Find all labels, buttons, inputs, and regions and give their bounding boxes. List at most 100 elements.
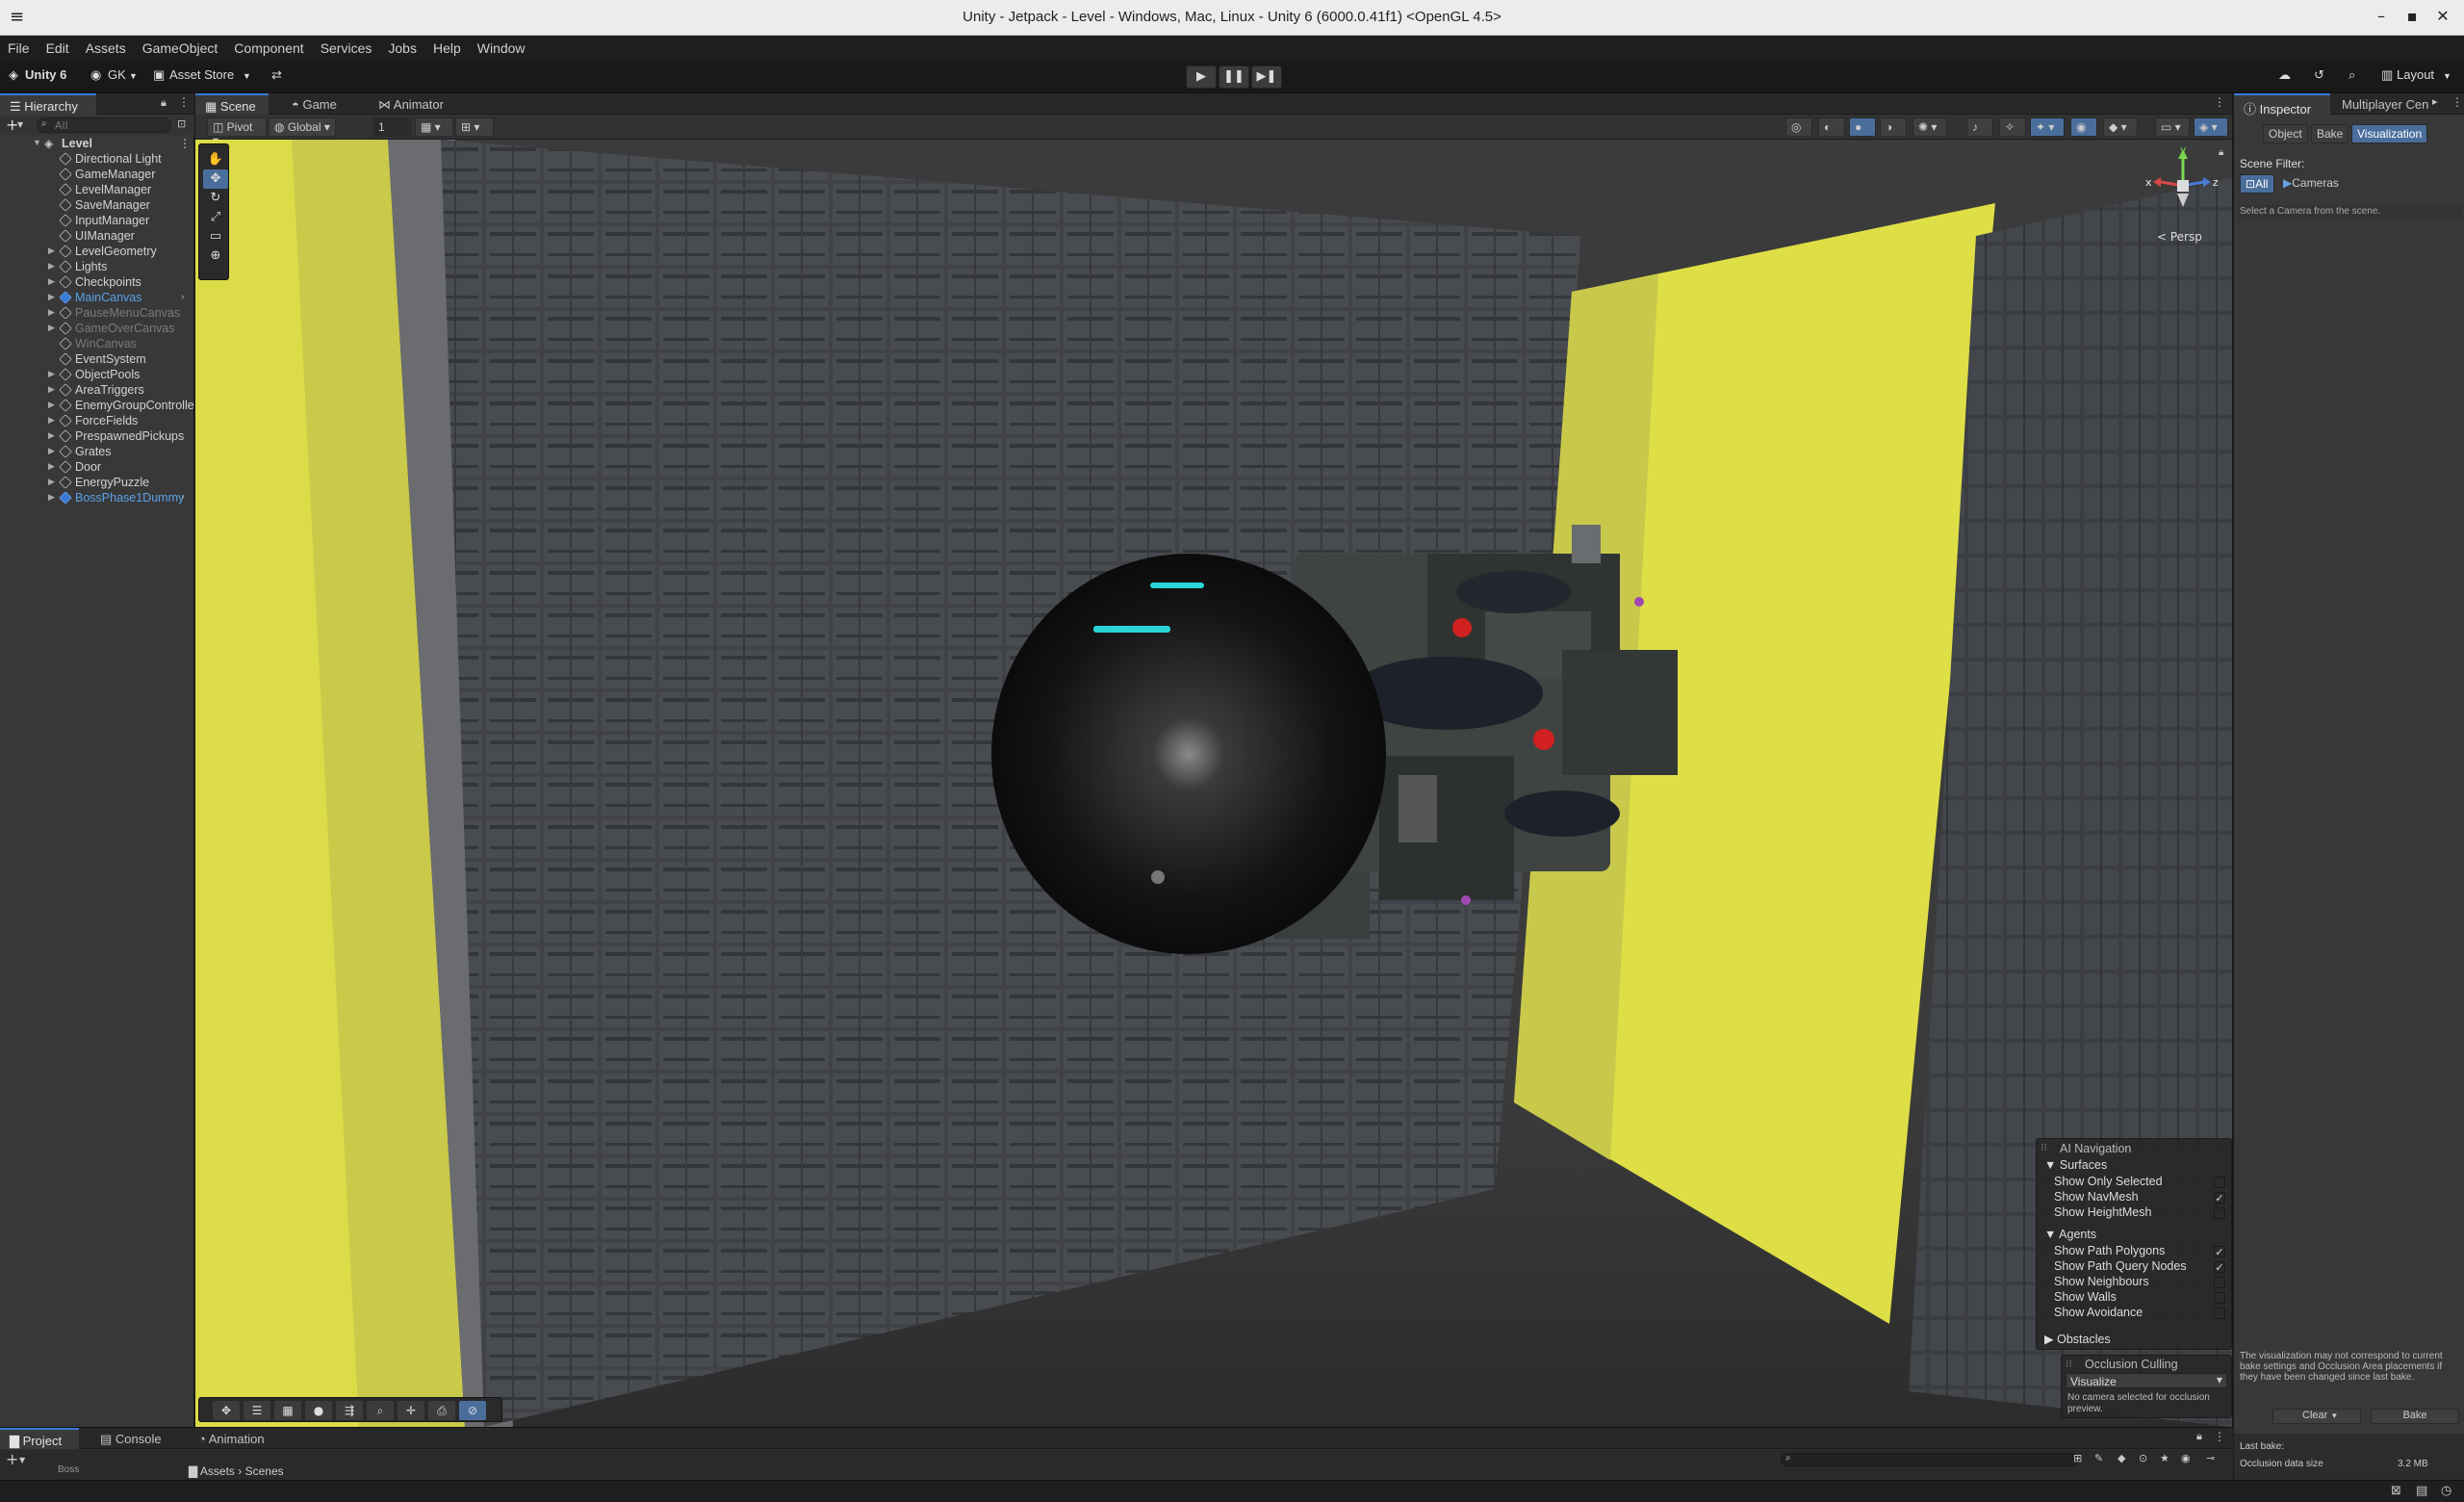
project-search-input[interactable]: ⌕ [1781, 1453, 2079, 1466]
transform-tool-icon[interactable]: ⊕ [203, 246, 228, 266]
lock-icon[interactable]: 🔒︎ [2196, 1430, 2202, 1443]
breadcrumb-assets[interactable]: Assets [200, 1464, 235, 1478]
tab-overflow-icon[interactable]: ▸ [2432, 95, 2438, 108]
hierarchy-item[interactable]: ▶ PrespawnedPickups [0, 429, 194, 445]
step-button[interactable]: ▶❚ [1251, 65, 1282, 89]
agents-section[interactable]: ▼ Agents [2044, 1228, 2096, 1241]
hierarchy-search-input[interactable]: ⌕ All [37, 117, 171, 133]
hierarchy-item[interactable]: Directional Light [0, 152, 194, 168]
menu-file[interactable]: File [8, 36, 30, 56]
shading-lit-button[interactable]: ◑ [1880, 117, 1907, 137]
hierarchy-item[interactable]: ▶ MainCanvas › [0, 291, 194, 306]
nav-option-checkbox[interactable] [2214, 1308, 2225, 1319]
bake-button[interactable]: Bake [2371, 1409, 2459, 1424]
hidden-packages-icon[interactable]: ⊙ [2139, 1452, 2147, 1464]
hierarchy-item[interactable]: ▶ Lights [0, 260, 194, 275]
hierarchy-item[interactable]: InputManager [0, 214, 194, 229]
tab-console[interactable]: ▤ Console [90, 1428, 171, 1449]
hand-tool-icon[interactable]: ✋ [203, 150, 228, 169]
sphere-icon[interactable]: ● [305, 1401, 332, 1420]
hierarchy-item[interactable]: ▶ EnemyGroupControlle [0, 399, 194, 414]
pivot-dropdown[interactable]: ◫ Pivot ▾ [207, 117, 267, 147]
gizmo-tools-toggle[interactable]: ✦ ▾ [2030, 117, 2065, 137]
shading-solid-button[interactable]: ● [1849, 117, 1876, 137]
grid-size-input[interactable]: 1 [372, 117, 411, 137]
move-tool-icon[interactable]: ✥ [203, 169, 228, 189]
gizmos-dropdown[interactable]: ◈ ▾ [2194, 117, 2228, 137]
expand-arrow-icon[interactable]: ▶ [48, 261, 55, 272]
rect-tool-icon[interactable]: ▭ [203, 227, 228, 246]
expand-arrow-icon[interactable]: ▶ [48, 246, 55, 256]
account-dropdown[interactable]: GK [108, 67, 126, 82]
menu-edit[interactable]: Edit [46, 36, 69, 56]
tab-hierarchy[interactable]: ☰ Hierarchy [0, 93, 96, 115]
hierarchy-item[interactable]: ▶ Checkpoints [0, 275, 194, 291]
visibility-toggle[interactable]: ◉ [2070, 117, 2097, 137]
more-options-icon[interactable]: ⋮ [179, 137, 191, 150]
progress-icon[interactable]: ◷ [2441, 1484, 2451, 1498]
filter-label-icon[interactable]: ✎ [2094, 1452, 2103, 1464]
expand-arrow-icon[interactable]: ▶ [48, 477, 55, 487]
tab-project[interactable]: ▇ Project [0, 1428, 79, 1449]
expand-arrow-icon[interactable]: ▶ [48, 307, 55, 318]
clear-button[interactable]: Clear ▼ [2272, 1409, 2361, 1424]
cache-icon[interactable]: ▤ [2416, 1484, 2427, 1498]
navigation-icon[interactable]: ⇶ [336, 1401, 363, 1420]
nav-option-checkbox[interactable]: ✓ [2214, 1192, 2225, 1204]
perspective-label[interactable]: < Persp [2157, 230, 2202, 244]
hierarchy-item[interactable]: GameManager [0, 168, 194, 183]
expand-arrow-icon[interactable]: ▶ [48, 323, 55, 333]
gizmo-globe-button[interactable]: ◎ [1785, 117, 1812, 137]
expand-arrow-icon[interactable]: ▶ [48, 415, 55, 426]
breadcrumb-scenes[interactable]: Scenes [245, 1464, 284, 1478]
nav-option-checkbox[interactable] [2214, 1292, 2225, 1304]
hierarchy-item[interactable]: ▶ Door [0, 460, 194, 476]
global-dropdown[interactable]: ◍ Global ▾ [269, 117, 336, 137]
hierarchy-item[interactable]: ▶ EnergyPuzzle [0, 476, 194, 491]
align-icon[interactable]: ☰ [244, 1401, 270, 1420]
expand-arrow-icon[interactable]: ▶ [48, 369, 55, 379]
filter-icon[interactable]: ⊡ [177, 117, 186, 130]
hierarchy-item[interactable]: LevelManager [0, 183, 194, 198]
subtab-bake[interactable]: Bake [2311, 124, 2349, 143]
surfaces-section[interactable]: ▼ Surfaces [2044, 1158, 2107, 1172]
hierarchy-item[interactable]: SaveManager [0, 198, 194, 214]
menu-help[interactable]: Help [433, 36, 461, 56]
filter-all-button[interactable]: ⊡All [2240, 174, 2274, 194]
camera-dropdown[interactable]: ▭ ▾ [2155, 117, 2190, 137]
expand-arrow-icon[interactable]: ▶ [48, 446, 55, 456]
hierarchy-item[interactable]: ▶ PauseMenuCanvas [0, 306, 194, 322]
nav-option-checkbox[interactable] [2214, 1277, 2225, 1288]
expand-arrow-icon[interactable]: ▶ [48, 276, 55, 287]
minimize-button[interactable]: – [2370, 7, 2393, 25]
menu-component[interactable]: Component [234, 36, 303, 56]
gizmo-lock-icon[interactable]: 🔒︎ [2219, 147, 2223, 158]
menu-assets[interactable]: Assets [86, 36, 126, 56]
hierarchy-item[interactable]: ▶ LevelGeometry [0, 245, 194, 260]
hierarchy-item[interactable]: WinCanvas [0, 337, 194, 352]
lighting-toggle[interactable]: ✧ [1999, 117, 2026, 137]
audio-mute-button[interactable]: ♪ [1966, 117, 1993, 137]
pause-button[interactable]: ❚❚ [1219, 65, 1249, 89]
lock-icon[interactable]: 🔒︎ [161, 96, 167, 110]
filter-cameras-button[interactable]: ▶Cameras [2278, 174, 2351, 194]
hierarchy-item[interactable]: ▶ BossPhase1Dummy › [0, 491, 194, 506]
menu-window[interactable]: Window [477, 36, 526, 56]
occlusion-mode-dropdown[interactable]: Visualize ▼ [2066, 1373, 2227, 1388]
grid-overlay-icon[interactable]: ▦ [274, 1401, 301, 1420]
star-icon[interactable]: ★ [2160, 1452, 2169, 1464]
zoom-icon[interactable]: ⌕ [367, 1401, 394, 1420]
version-control-icon[interactable]: ⇄ [271, 67, 282, 83]
expand-arrow-icon[interactable]: ▼ [33, 138, 41, 147]
search-icon[interactable]: ⌕ [2348, 67, 2355, 83]
scene-root-level[interactable]: ▼ ◈ Level ⋮ [0, 137, 194, 152]
pan-icon[interactable]: ✛ [398, 1401, 424, 1420]
more-options-icon[interactable]: ⋮ [178, 95, 190, 109]
subtab-visualization[interactable]: Visualization [2351, 124, 2428, 143]
menu-gameobject[interactable]: GameObject [142, 36, 218, 56]
unity-version-label[interactable]: Unity 6 [25, 67, 66, 82]
drag-handle-icon[interactable]: ⁝⁝ [2040, 1141, 2047, 1153]
network-icon[interactable]: ⊠ [2391, 1484, 2401, 1498]
tab-animator[interactable]: ⋈ Animator [369, 93, 453, 115]
scene-viewport[interactable]: ✋ ✥ ↻ ⤢ ▭ ⊕ y x z 🔒︎ < Persp ⁝⁝ AI Navig… [195, 140, 2232, 1427]
